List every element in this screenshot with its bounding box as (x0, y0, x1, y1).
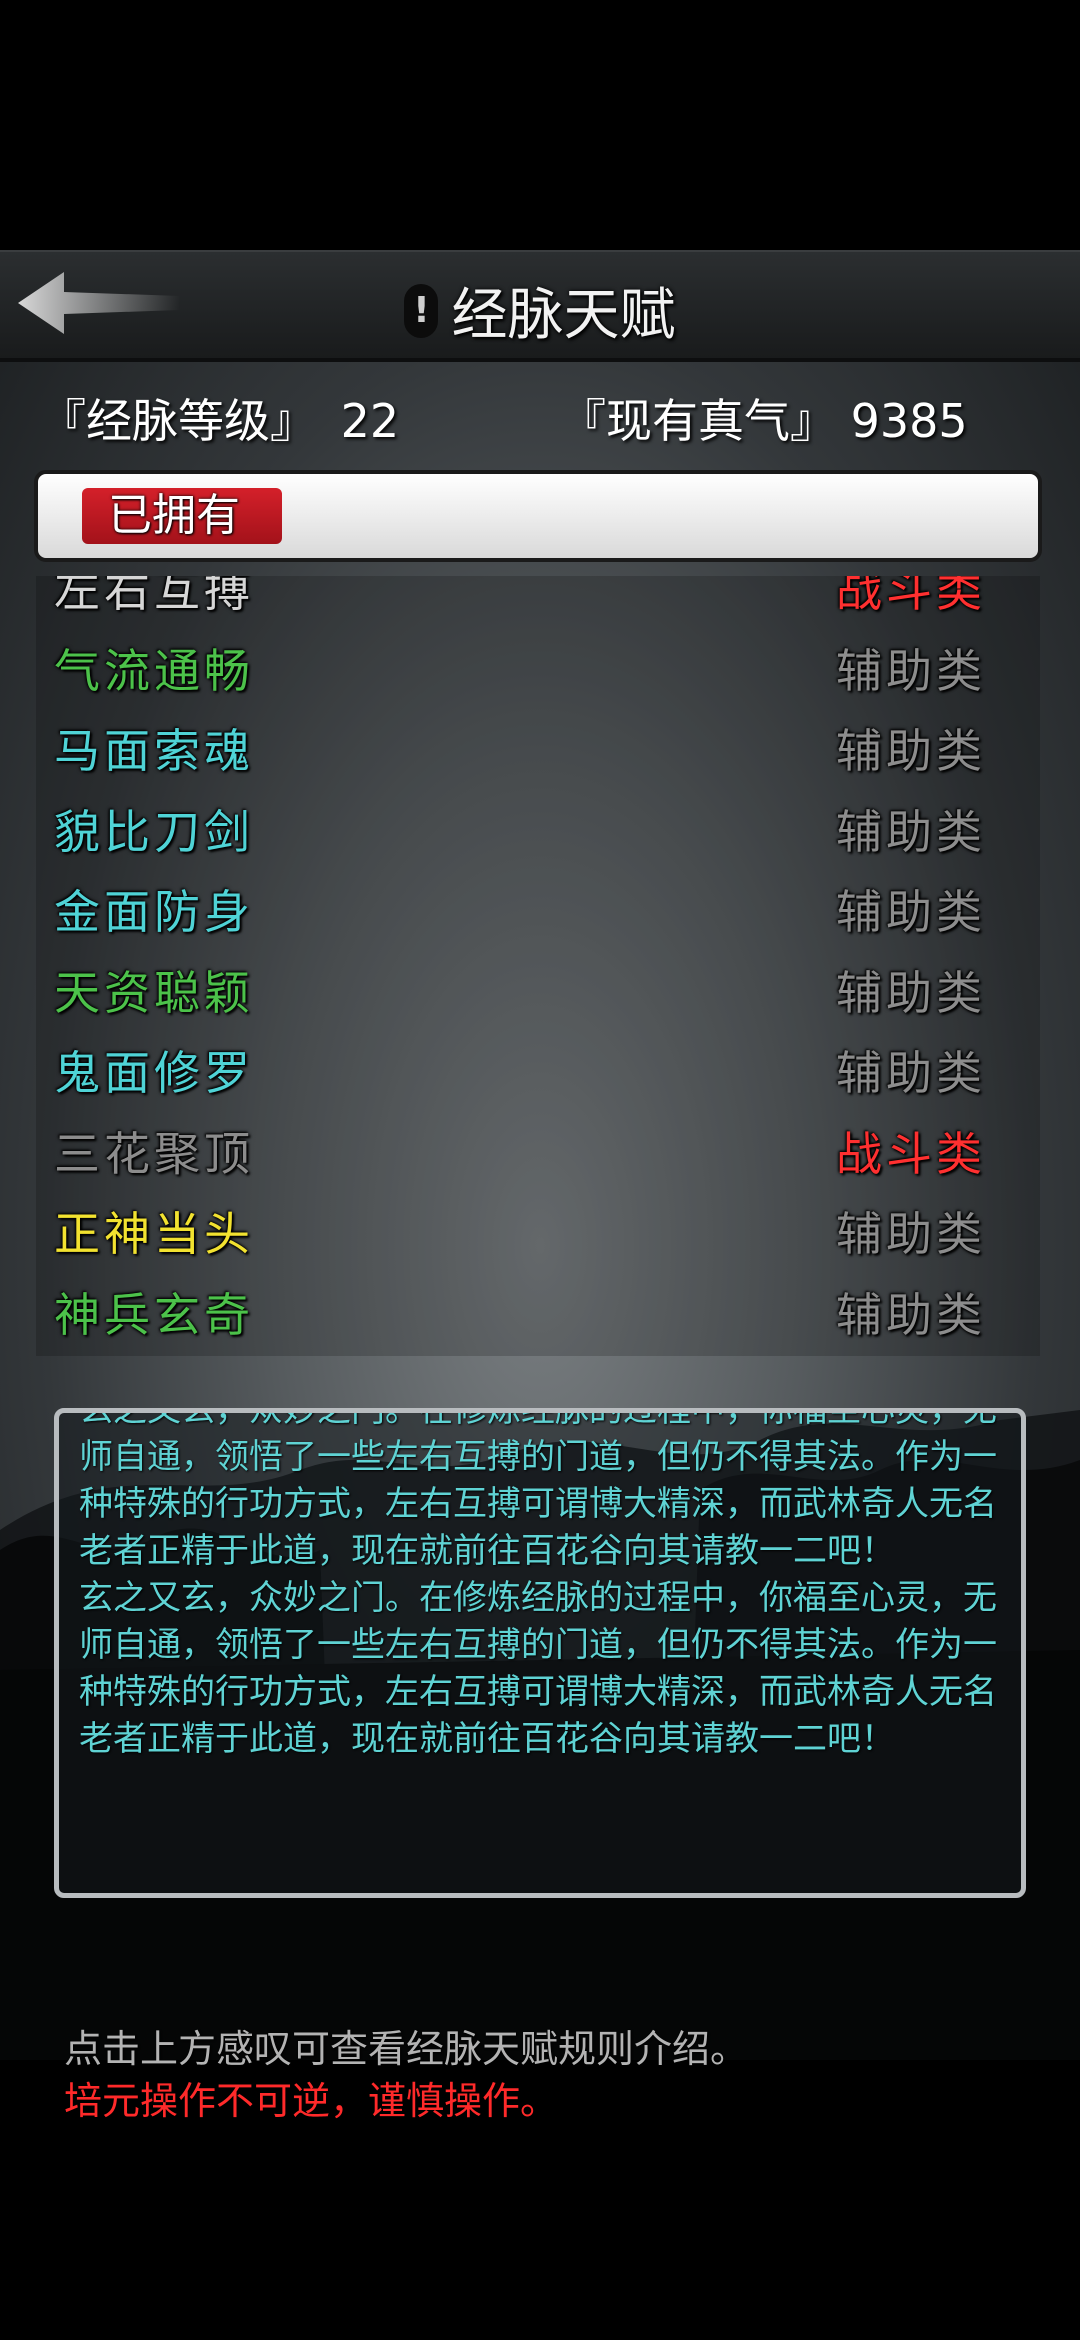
talent-type: 辅助类 (836, 643, 986, 698)
filter-tab-bar: 已拥有 (34, 470, 1042, 562)
talent-type: 辅助类 (836, 1287, 986, 1342)
talent-row[interactable]: 神兵玄奇 辅助类 (36, 1273, 1040, 1353)
talent-type: 辅助类 (836, 804, 986, 859)
irreversible-warning-text: 培元操作不可逆，谨慎操作。 (64, 2079, 559, 2123)
talent-type: 辅助类 (836, 965, 986, 1020)
current-qi: 『现有真气』 9385 (560, 385, 968, 451)
talent-name: 正神当头 (54, 1207, 254, 1261)
talent-description-text: 玄之又玄，众妙之门。在修炼经脉的过程中，你福至心灵，无师自通，领悟了一些左右互搏… (79, 1408, 997, 1571)
meridian-level: 『经脉等级』 22 (40, 385, 399, 451)
talent-type: 辅助类 (836, 724, 986, 778)
talent-name: 金面防身 (54, 885, 254, 939)
talent-list[interactable]: 左右互搏 战斗类 气流通畅 辅助类 马面索魂 辅助类 貌比刀剑 辅助类 金面防身 辅助类 天资聪颖辅… (36, 576, 1040, 1356)
rules-hint-text: 点击上方感叹可查看经脉天赋规则介绍。 (64, 2027, 749, 2071)
talent-name: 天资聪颖 (54, 965, 254, 1020)
talent-row[interactable]: 左右互搏 战斗类 (36, 576, 1040, 628)
talent-type: 辅助类 (836, 1046, 986, 1100)
talent-row[interactable]: 金面防身 辅助类 (36, 870, 1040, 950)
meridian-level-label: 『经脉等级』 (40, 394, 316, 448)
meridian-level-value: 22 (340, 394, 400, 448)
talent-name: 鬼面修罗 (54, 1046, 254, 1100)
talent-description-panel[interactable]: 玄之又玄，众妙之门。在修炼经脉的过程中，你福至心灵，无师自通，领悟了一些左右互搏… (54, 1408, 1026, 1898)
header-title-area: ! 经脉天赋 (0, 270, 1080, 351)
rules-help-button[interactable]: ! (404, 283, 439, 338)
talent-row[interactable]: 气流通畅 辅助类 (36, 629, 1040, 709)
talent-type: 辅助类 (836, 1207, 986, 1261)
talent-name: 神兵玄奇 (54, 1287, 254, 1342)
talent-name: 左右互搏 (54, 576, 254, 617)
talent-row[interactable]: 天资聪颖 辅助类 (36, 951, 1040, 1031)
page-title: 经脉天赋 (451, 283, 676, 348)
talent-row[interactable]: 貌比刀剑 辅助类 (36, 790, 1040, 870)
current-qi-value: 9385 (850, 394, 968, 448)
talent-row[interactable]: 三花聚顶 战斗类 (36, 1112, 1040, 1192)
talent-row[interactable]: 鬼面修罗 辅助类 (36, 1031, 1040, 1111)
talent-type: 辅助类 (836, 885, 986, 939)
talent-description-text: 玄之又玄，众妙之门。在修炼经脉的过程中，你福至心灵，无师自通，领悟了一些左右互搏… (79, 1578, 997, 1759)
talent-type: 战斗类 (836, 1126, 986, 1181)
talent-row[interactable]: 正神当头 辅助类 (36, 1192, 1040, 1272)
talent-name: 气流通畅 (54, 643, 254, 698)
talent-name: 三花聚顶 (54, 1126, 254, 1181)
current-qi-label: 『现有真气』 (560, 394, 836, 448)
talent-type: 战斗类 (836, 576, 986, 617)
tab-owned[interactable]: 已拥有 (82, 488, 282, 544)
talent-row[interactable]: 马面索魂 辅助类 (36, 709, 1040, 789)
talent-name: 马面索魂 (54, 724, 254, 778)
talent-name: 貌比刀剑 (54, 804, 254, 859)
talent-description-scroll: 玄之又玄，众妙之门。在修炼经脉的过程中，你福至心灵，无师自通，领悟了一些左右互搏… (79, 1408, 999, 1763)
